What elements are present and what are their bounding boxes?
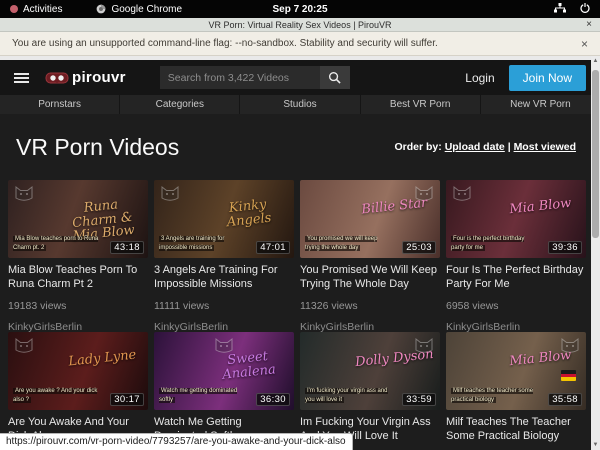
network-icon[interactable] xyxy=(554,3,566,16)
desktop-clock[interactable]: Sep 7 20:25 xyxy=(0,4,600,15)
order-by-label: Order by: xyxy=(395,141,442,153)
menu-hamburger-icon[interactable] xyxy=(14,73,29,83)
video-views: 6958 views xyxy=(446,300,586,312)
video-card[interactable]: Billie Star You promised we will keep tr… xyxy=(300,180,440,332)
recording-indicator-icon xyxy=(10,5,18,13)
studio-link[interactable]: KinkyGirlsBerlin xyxy=(300,321,440,333)
search-button[interactable] xyxy=(320,66,350,89)
activities-button[interactable]: Activities xyxy=(23,4,62,15)
scrollbar-thumb[interactable] xyxy=(592,70,599,238)
thumbnail-caption: Four is the perfect birthday party for m… xyxy=(451,235,538,253)
order-by-separator: | xyxy=(505,141,514,153)
video-duration-badge: 36:30 xyxy=(256,393,290,406)
video-title[interactable]: 3 Angels Are Training For Impossible Mis… xyxy=(154,264,294,292)
thumbnail-caption: I'm fucking your virgin ass and you will… xyxy=(305,387,392,405)
video-duration-badge: 39:36 xyxy=(548,241,582,254)
thumbnail-caption: Mia Blow teaches porn to Runa Charm pt. … xyxy=(13,235,100,253)
browser-tab-title[interactable]: VR Porn: Virtual Reality Sex Videos | Pi… xyxy=(0,20,600,30)
nav-item-categories[interactable]: Categories xyxy=(119,95,239,114)
order-by: Order by: Upload date | Most viewed xyxy=(395,141,577,153)
video-duration-badge: 47:01 xyxy=(256,241,290,254)
video-thumbnail[interactable]: Dolly Dyson I'm fucking your virgin ass … xyxy=(300,332,440,410)
video-duration-badge: 33:59 xyxy=(402,393,436,406)
main-nav: Pornstars Categories Studios Best VR Por… xyxy=(0,95,600,114)
login-button[interactable]: Login xyxy=(465,71,494,85)
site-header: pirouvr Login Join Now xyxy=(0,60,600,95)
order-by-most-viewed-link[interactable]: Most viewed xyxy=(514,141,576,153)
thumbnail-overlay-name: Mia Blow xyxy=(499,348,583,370)
german-flag-icon xyxy=(561,370,576,381)
search-input[interactable] xyxy=(160,66,320,89)
scrollbar-down-icon[interactable]: ▼ xyxy=(591,442,600,448)
video-thumbnail[interactable]: Billie Star You promised we will keep tr… xyxy=(300,180,440,258)
video-card[interactable]: Runa Charm & Mia Blow Mia Blow teaches p… xyxy=(8,180,148,332)
page-scrollbar[interactable]: ▲ ▼ xyxy=(591,56,600,450)
join-now-button[interactable]: Join Now xyxy=(509,65,586,91)
thumbnail-caption: Are you awake ? And your dick also ? xyxy=(13,387,100,405)
video-thumbnail[interactable]: Sweet Analena Watch me getting dominated… xyxy=(154,332,294,410)
thumbnail-caption: You promised we will keep trying the who… xyxy=(305,235,392,253)
video-card[interactable]: Kinky Angels 3 Angels are training for i… xyxy=(154,180,294,332)
video-duration-badge: 25:03 xyxy=(402,241,436,254)
studio-watermark-cat-icon xyxy=(13,183,35,203)
site-logo[interactable]: pirouvr xyxy=(45,69,126,86)
scrollbar-up-icon[interactable]: ▲ xyxy=(591,58,600,64)
studio-link[interactable]: KinkyGirlsBerlin xyxy=(8,321,148,333)
page-head: VR Porn Videos Order by: Upload date | M… xyxy=(0,114,600,180)
studio-watermark-cat-icon xyxy=(13,335,35,355)
screen: Activities Google Chrome Sep 7 20:25 VR … xyxy=(0,0,600,450)
infobar-close-icon[interactable]: × xyxy=(581,37,588,51)
infobar-message: You are using an unsupported command-lin… xyxy=(12,38,438,49)
thumbnail-caption: Watch me getting dominated softly xyxy=(159,387,246,405)
power-icon[interactable] xyxy=(580,3,590,16)
video-views: 11326 views xyxy=(300,300,440,312)
tab-close-icon[interactable]: × xyxy=(586,19,600,30)
video-duration-badge: 30:17 xyxy=(110,393,144,406)
studio-link[interactable]: KinkyGirlsBerlin xyxy=(446,321,586,333)
thumbnail-overlay-name: Mia Blow xyxy=(499,196,583,218)
video-views: 11111 views xyxy=(154,300,294,312)
thumbnail-overlay-name: Lady Lyne xyxy=(61,348,145,370)
video-title[interactable]: Four Is The Perfect Birthday Party For M… xyxy=(446,264,586,292)
thumbnail-caption: Milf teaches the teacher some practical … xyxy=(451,387,538,405)
thumbnail-overlay-name: Billie Star xyxy=(353,196,437,218)
browser-tab-strip: VR Porn: Virtual Reality Sex Videos | Pi… xyxy=(0,18,600,32)
video-grid: Runa Charm & Mia Blow Mia Blow teaches p… xyxy=(0,180,600,450)
video-title[interactable]: Milf Teaches The Teacher Some Practical … xyxy=(446,416,586,444)
vr-goggles-icon xyxy=(45,71,69,85)
order-by-upload-date-link[interactable]: Upload date xyxy=(445,141,505,153)
video-thumbnail[interactable]: Lady Lyne Are you awake ? And your dick … xyxy=(8,332,148,410)
studio-watermark-cat-icon xyxy=(451,183,473,203)
sandbox-warning-infobar: You are using an unsupported command-lin… xyxy=(0,32,600,56)
video-title[interactable]: You Promised We Will Keep Trying The Who… xyxy=(300,264,440,292)
video-views: 19183 views xyxy=(8,300,148,312)
video-thumbnail[interactable]: Runa Charm & Mia Blow Mia Blow teaches p… xyxy=(8,180,148,258)
video-duration-badge: 35:58 xyxy=(548,393,582,406)
chrome-icon xyxy=(96,4,106,14)
app-menu-button[interactable]: Google Chrome xyxy=(111,4,182,15)
status-url-bubble: https://pirouvr.com/vr-porn-video/779325… xyxy=(0,433,353,450)
search-icon xyxy=(328,71,341,84)
desktop-top-bar: Activities Google Chrome Sep 7 20:25 xyxy=(0,0,600,18)
studio-link[interactable]: KinkyGirlsBerlin xyxy=(154,321,294,333)
nav-item-pornstars[interactable]: Pornstars xyxy=(0,95,119,114)
thumbnail-overlay-name: Dolly Dyson xyxy=(353,348,437,370)
video-title[interactable]: Mia Blow Teaches Porn To Runa Charm Pt 2 xyxy=(8,264,148,292)
video-card[interactable]: Mia Blow Milf teaches the teacher some p… xyxy=(446,332,586,450)
video-card[interactable]: Mia Blow Four is the perfect birthday pa… xyxy=(446,180,586,332)
video-duration-badge: 43:18 xyxy=(110,241,144,254)
studio-watermark-cat-icon xyxy=(159,183,181,203)
video-thumbnail[interactable]: Kinky Angels 3 Angels are training for i… xyxy=(154,180,294,258)
video-thumbnail[interactable]: Mia Blow Milf teaches the teacher some p… xyxy=(446,332,586,410)
thumbnail-overlay-name: Kinky Angels xyxy=(206,196,291,232)
thumbnail-caption: 3 Angels are training for impossible mis… xyxy=(159,235,246,253)
search-bar xyxy=(160,66,350,89)
nav-item-best-vr-porn[interactable]: Best VR Porn xyxy=(360,95,480,114)
page-title: VR Porn Videos xyxy=(16,134,179,161)
site-logo-text: pirouvr xyxy=(72,69,126,86)
nav-item-studios[interactable]: Studios xyxy=(239,95,359,114)
video-thumbnail[interactable]: Mia Blow Four is the perfect birthday pa… xyxy=(446,180,586,258)
nav-item-new-vr-porn[interactable]: New VR Porn xyxy=(480,95,600,114)
